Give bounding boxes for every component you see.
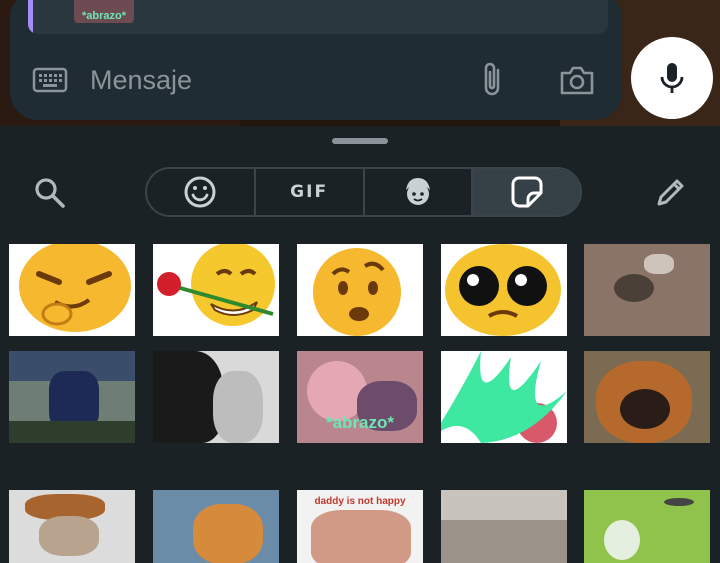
gif-icon: GIF [290, 182, 329, 202]
sticker-hug-caption: *abrazo* [325, 413, 395, 432]
sticker-cat-photo[interactable] [153, 490, 279, 563]
edit-pencil-icon[interactable] [652, 175, 688, 211]
sticker-icon [511, 176, 543, 208]
voice-record-button[interactable] [631, 37, 713, 119]
camera-icon[interactable] [558, 63, 596, 97]
screen: *abrazo* Mensaje GIF *abrazo* daddy is n… [0, 0, 720, 563]
message-input[interactable]: Mensaje [90, 65, 192, 96]
sticker-pug-cowboy[interactable] [9, 490, 135, 563]
sticker-ufo-photo[interactable] [584, 490, 710, 563]
tab-emoji[interactable] [147, 169, 256, 215]
tab-avatar[interactable] [365, 169, 474, 215]
reply-thumbnail: *abrazo* [74, 0, 134, 23]
sticker-cat-sleep[interactable] [441, 490, 567, 563]
sticker-dog-photo[interactable] [584, 351, 710, 443]
sticker-smirk-emoji[interactable] [9, 244, 135, 336]
search-icon[interactable] [32, 175, 68, 211]
sticker-pleading-emoji[interactable] [441, 244, 567, 336]
sticker-daddy-meme[interactable]: daddy is not happy [297, 490, 423, 563]
message-composer: *abrazo* Mensaje [10, 0, 622, 120]
microphone-icon [660, 63, 684, 93]
sticker-scribble[interactable] [441, 351, 567, 443]
sticker-football-photo[interactable] [9, 351, 135, 443]
reply-thumbnail-caption: *abrazo* [81, 10, 127, 22]
sticker-worried-emoji[interactable] [297, 244, 423, 336]
avatar-icon [405, 178, 430, 205]
attach-icon[interactable] [478, 62, 512, 98]
tab-stickers[interactable] [473, 169, 580, 215]
reply-accent-bar [28, 0, 33, 34]
sticker-anime-hug[interactable]: *abrazo* [297, 351, 423, 443]
pleading-emoji-icon [445, 244, 561, 336]
emoji-icon [184, 176, 216, 208]
green-scribble-icon [441, 351, 567, 443]
message-input-row: Mensaje [10, 52, 622, 108]
sticker-daddy-caption: daddy is not happy [314, 496, 406, 507]
tab-gif[interactable]: GIF [256, 169, 365, 215]
sticker-manga-hug[interactable] [153, 351, 279, 443]
sticker-panel: GIF *abrazo* daddy is not happy [0, 126, 720, 563]
worried-emoji-icon [313, 248, 401, 336]
smirk-emoji-icon [19, 244, 131, 332]
reply-preview[interactable]: *abrazo* [28, 0, 608, 34]
panel-tabs: GIF [145, 167, 582, 217]
sticker-blurry-photo[interactable] [584, 244, 710, 336]
rose-emoji-icon [157, 244, 275, 326]
drag-handle[interactable] [332, 138, 388, 144]
sticker-rose-emoji[interactable] [153, 244, 279, 336]
keyboard-icon[interactable] [32, 66, 68, 94]
